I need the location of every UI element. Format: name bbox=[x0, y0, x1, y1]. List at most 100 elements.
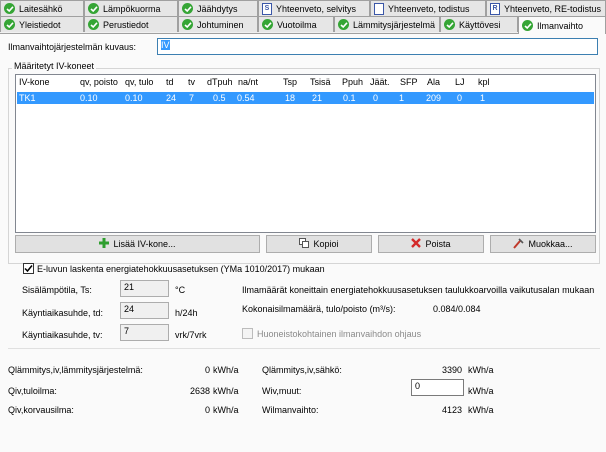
divider bbox=[8, 348, 600, 349]
q-replace-value: 0 bbox=[204, 405, 210, 415]
column-header[interactable]: na/nt bbox=[238, 77, 258, 87]
copy-button[interactable]: Kopioi bbox=[266, 235, 372, 253]
cell: 18 bbox=[285, 93, 296, 103]
check-icon bbox=[88, 19, 99, 30]
tab-lammitysjarjestelma[interactable]: Lämmitysjärjestelmä bbox=[334, 16, 440, 32]
e-value-checkbox[interactable] bbox=[23, 263, 34, 274]
add-iv-unit-button[interactable]: Lisää IV-kone... bbox=[15, 235, 260, 253]
cell: 0.1 bbox=[343, 93, 356, 103]
copy-icon bbox=[299, 238, 310, 250]
check-icon bbox=[4, 19, 15, 30]
description-label: Ilmanvaihtojärjestelmän kuvaus: bbox=[8, 42, 137, 52]
tab-perustiedot[interactable]: Perustiedot bbox=[84, 16, 178, 32]
apartment-control-checkbox[interactable] bbox=[242, 328, 253, 339]
q-replace-label: Qiv,korvausilma: bbox=[8, 405, 74, 415]
usage-day-label: Käyntiaikasuhde, td: bbox=[22, 308, 104, 318]
cell: 0.10 bbox=[125, 93, 143, 103]
tab-label: Käyttövesi bbox=[459, 19, 501, 30]
w-vent-value: 4123 bbox=[441, 405, 462, 415]
w-other-label: Wiv,muut: bbox=[262, 386, 302, 396]
tab-label: Yhteenveto, todistus bbox=[388, 3, 470, 14]
q-replace-unit: kWh/a bbox=[213, 405, 239, 415]
usage-week-unit: vrk/7vrk bbox=[175, 330, 207, 340]
tab-vuotoilma[interactable]: Vuotoilma bbox=[258, 16, 334, 32]
tab-yhteenveto-re-todistus[interactable]: R Yhteenveto, RE-todistus bbox=[486, 0, 606, 16]
document-icon: R bbox=[490, 2, 500, 15]
cell: 0 bbox=[457, 93, 463, 103]
usage-day-field[interactable]: 24 bbox=[120, 302, 169, 319]
tab-kayttovesi[interactable]: Käyttövesi bbox=[440, 16, 518, 32]
q-heat-label: Qlämmitys,iv,lämmitysjärjestelmä: bbox=[8, 365, 143, 375]
edit-tools-icon bbox=[513, 237, 525, 251]
edit-button[interactable]: Muokkaa... bbox=[490, 235, 596, 253]
usage-week-label: Käyntiaikasuhde, tv: bbox=[22, 330, 103, 340]
cell: 1 bbox=[480, 93, 486, 103]
tab-label: Yhteenveto, RE-todistus bbox=[504, 3, 602, 14]
tab-ilmanvaihto[interactable]: Ilmanvaihto bbox=[518, 16, 606, 34]
tab-label: Yleistiedot bbox=[19, 19, 61, 30]
document-icon bbox=[374, 2, 384, 15]
column-header[interactable]: Ppuh bbox=[342, 77, 363, 87]
column-header[interactable]: Ala bbox=[427, 77, 440, 87]
column-header[interactable]: Tsp bbox=[283, 77, 297, 87]
column-header[interactable]: qv, poisto bbox=[80, 77, 118, 87]
indoor-temp-unit: °C bbox=[175, 285, 186, 295]
column-header[interactable]: IV-kone bbox=[19, 77, 50, 87]
w-other-input[interactable]: 0 bbox=[411, 379, 464, 396]
ilmanvaihto-panel: Ilmanvaihtojärjestelmän kuvaus: IV Määri… bbox=[0, 33, 606, 452]
description-input[interactable]: IV bbox=[157, 38, 598, 55]
column-header[interactable]: qv, tulo bbox=[125, 77, 153, 87]
total-air-value: 0.084/0.084 bbox=[433, 304, 481, 314]
w-other-value: 0 bbox=[415, 381, 421, 391]
column-header[interactable]: kpl bbox=[478, 77, 490, 87]
iv-units-grid[interactable]: IV-kone qv, poisto qv, tulo td tv dTpuh … bbox=[15, 74, 596, 233]
cell: 21 bbox=[312, 93, 323, 103]
q-elec-unit: kWh/a bbox=[468, 365, 494, 375]
check-icon bbox=[4, 3, 15, 14]
cell: TK1 bbox=[19, 93, 36, 103]
tab-row-top: Laitesähkö Lämpökuorma Jäähdytys S Yhtee… bbox=[0, 0, 606, 17]
grid-header: IV-kone qv, poisto qv, tulo td tv dTpuh … bbox=[16, 75, 595, 90]
tab-label: Jäähdytys bbox=[197, 3, 238, 14]
column-header[interactable]: SFP bbox=[400, 77, 418, 87]
w-vent-unit: kWh/a bbox=[468, 405, 494, 415]
tab-yhteenveto-todistus[interactable]: Yhteenveto, todistus bbox=[370, 0, 486, 16]
check-icon bbox=[522, 20, 533, 31]
cell: 7 bbox=[189, 93, 195, 103]
usage-week-field[interactable]: 7 bbox=[120, 324, 169, 341]
total-air-label: Kokonaisilmamäärä, tulo/poisto (m³/s): bbox=[242, 304, 396, 314]
tab-label: Perustiedot bbox=[103, 19, 149, 30]
delete-button[interactable]: Poista bbox=[378, 235, 484, 253]
column-header[interactable]: Jäät. bbox=[370, 77, 390, 87]
indoor-temp-field[interactable]: 21 bbox=[120, 280, 169, 297]
column-header[interactable]: LJ bbox=[455, 77, 465, 87]
column-header[interactable]: td bbox=[166, 77, 174, 87]
tab-yhteenveto-selvitys[interactable]: S Yhteenveto, selvitys bbox=[258, 0, 370, 16]
table-row[interactable]: TK1 0.10 0.10 24 7 0.5 0.54 18 21 0.1 0 … bbox=[17, 92, 594, 104]
tab-label: Laitesähkö bbox=[19, 3, 63, 14]
info-text: Ilmamäärät koneittain energiatehokkuusas… bbox=[242, 285, 595, 295]
column-header[interactable]: tv bbox=[188, 77, 195, 87]
cell: 0 bbox=[373, 93, 379, 103]
delete-label: Poista bbox=[425, 239, 451, 249]
column-header[interactable]: dTpuh bbox=[207, 77, 233, 87]
q-supply-label: Qiv,tuloilma: bbox=[8, 386, 57, 396]
tab-lampokuorma[interactable]: Lämpökuorma bbox=[84, 0, 178, 16]
cell: 24 bbox=[166, 93, 177, 103]
check-icon bbox=[262, 19, 273, 30]
tab-label: Johtuminen bbox=[197, 19, 244, 30]
check-icon bbox=[338, 19, 349, 30]
delete-x-icon bbox=[411, 238, 422, 250]
indoor-temp-value: 21 bbox=[124, 282, 135, 292]
plus-icon bbox=[99, 238, 110, 250]
tab-johtuminen[interactable]: Johtuminen bbox=[178, 16, 258, 32]
usage-week-value: 7 bbox=[124, 326, 130, 336]
copy-label: Kopioi bbox=[313, 239, 339, 249]
tab-label: Lämpökuorma bbox=[103, 3, 161, 14]
tab-jaahdytys[interactable]: Jäähdytys bbox=[178, 0, 258, 16]
q-elec-label: Qlämmitys,iv,sähkö: bbox=[262, 365, 342, 375]
tab-yleistiedot[interactable]: Yleistiedot bbox=[0, 16, 84, 32]
edit-label: Muokkaa... bbox=[528, 239, 573, 249]
tab-laitesahko[interactable]: Laitesähkö bbox=[0, 0, 84, 16]
column-header[interactable]: Tsisä bbox=[310, 77, 331, 87]
